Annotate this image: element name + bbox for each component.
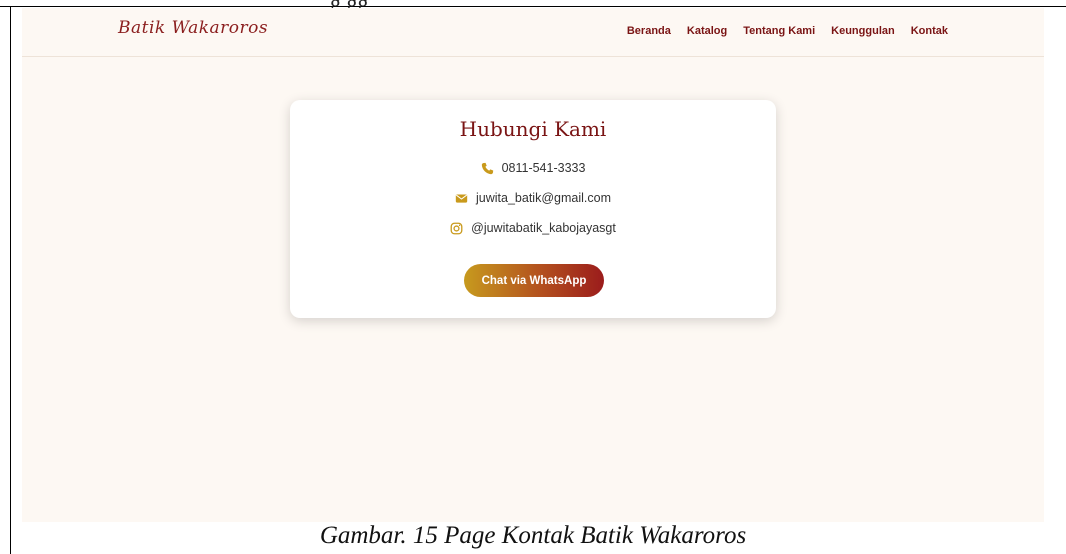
email-address: juwita_batik@gmail.com xyxy=(476,191,611,205)
whatsapp-chat-button[interactable]: Chat via WhatsApp xyxy=(464,264,604,297)
frame-top-rule xyxy=(0,6,1066,7)
nav-link-kontak[interactable]: Kontak xyxy=(911,25,948,37)
phone-number: 0811-541-3333 xyxy=(501,161,586,175)
website-screenshot: Batik Wakaroros Beranda Katalog Tentang … xyxy=(22,8,1044,522)
nav-link-beranda[interactable]: Beranda xyxy=(627,25,671,37)
instagram-icon xyxy=(450,222,463,235)
phone-row: 0811-541-3333 xyxy=(290,161,776,175)
frame-left-rule xyxy=(10,6,11,554)
site-logo[interactable]: Batik Wakaroros xyxy=(118,18,268,38)
nav-link-katalog[interactable]: Katalog xyxy=(687,25,727,37)
email-row: juwita_batik@gmail.com xyxy=(290,191,776,205)
nav-link-keunggulan[interactable]: Keunggulan xyxy=(831,25,895,37)
nav-menu: Beranda Katalog Tentang Kami Keunggulan … xyxy=(627,25,948,37)
instagram-row: @juwitabatik_kabojayasgt xyxy=(290,221,776,235)
contact-title: Hubungi Kami xyxy=(459,117,607,141)
phone-icon xyxy=(481,162,494,175)
nav-link-tentang-kami[interactable]: Tentang Kami xyxy=(743,25,815,37)
envelope-icon xyxy=(455,192,468,205)
figure-caption: Gambar. 15 Page Kontak Batik Wakaroros xyxy=(319,522,747,549)
contact-card: Hubungi Kami 0811-541-3333 juwita_batik@… xyxy=(290,100,776,318)
navbar: Batik Wakaroros Beranda Katalog Tentang … xyxy=(22,8,1044,57)
document-page: g gg Batik Wakaroros Beranda Katalog Ten… xyxy=(0,0,1066,554)
instagram-handle: @juwitabatik_kabojayasgt xyxy=(471,221,616,235)
